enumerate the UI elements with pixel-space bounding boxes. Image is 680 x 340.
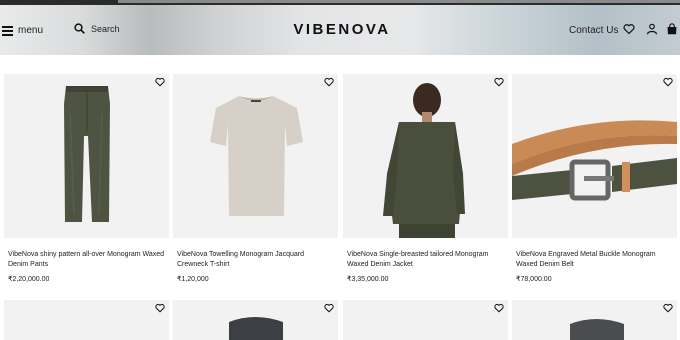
product-card[interactable] (512, 300, 677, 340)
product-title[interactable]: VibeNova Single-breasted tailored Monogr… (347, 250, 507, 270)
product-card[interactable]: VibeNova Single-breasted tailored Monogr… (343, 74, 508, 288)
product-image[interactable] (512, 74, 677, 238)
product-image[interactable] (343, 300, 508, 340)
jacket-image (570, 319, 624, 340)
heart-icon[interactable] (663, 77, 673, 87)
heart-icon[interactable] (155, 303, 165, 313)
product-card[interactable]: VibeNova shiny pattern all-over Monogram… (4, 74, 169, 288)
tshirt-image (210, 96, 303, 216)
product-card[interactable]: VibeNova Engraved Metal Buckle Monogram … (512, 74, 677, 288)
shopping-bag-icon[interactable] (666, 23, 678, 35)
heart-icon[interactable] (494, 77, 504, 87)
heart-icon[interactable] (155, 77, 165, 87)
product-card[interactable] (4, 300, 169, 340)
product-image[interactable] (343, 74, 508, 238)
menu-label: menu (18, 25, 44, 36)
denim-pants-image (64, 86, 110, 222)
heart-icon[interactable] (324, 303, 334, 313)
jacket-model-image (383, 83, 465, 238)
product-price: ₹2,20,000.00 (8, 276, 50, 283)
product-image[interactable] (512, 300, 677, 340)
product-title[interactable]: VibeNova Engraved Metal Buckle Monogram … (516, 250, 676, 270)
product-price: ₹1,20,000 (177, 276, 209, 283)
jacket-image (229, 317, 283, 340)
product-card[interactable] (173, 300, 338, 340)
brand-logo[interactable]: VIBENOVA (250, 21, 434, 38)
belt-image (512, 120, 677, 201)
site-header: menu Search VIBENOVA Contact Us (0, 5, 680, 55)
product-title[interactable]: VibeNova shiny pattern all-over Monogram… (8, 250, 168, 270)
menu-button[interactable]: menu (2, 25, 43, 36)
product-price: ₹78,000.00 (516, 276, 552, 283)
product-title[interactable]: VibeNova Towelling Monogram Jacquard Cre… (177, 250, 337, 270)
heart-icon[interactable] (494, 303, 504, 313)
product-image[interactable] (4, 74, 169, 238)
browser-accent-bar (118, 0, 680, 3)
heart-icon[interactable] (623, 23, 635, 35)
product-card[interactable] (343, 300, 508, 340)
contact-us-link[interactable]: Contact Us (569, 25, 618, 36)
heart-icon[interactable] (663, 303, 673, 313)
product-image[interactable] (4, 300, 169, 340)
heart-icon[interactable] (324, 77, 334, 87)
user-icon[interactable] (646, 23, 658, 35)
product-image[interactable] (173, 74, 338, 238)
hamburger-icon (2, 26, 13, 36)
product-price: ₹3,35,000.00 (347, 276, 389, 283)
search-label: Search (91, 23, 120, 34)
search-button[interactable]: Search (74, 23, 120, 34)
product-card[interactable]: VibeNova Towelling Monogram Jacquard Cre… (173, 74, 338, 288)
search-icon (74, 23, 85, 34)
product-image[interactable] (173, 300, 338, 340)
